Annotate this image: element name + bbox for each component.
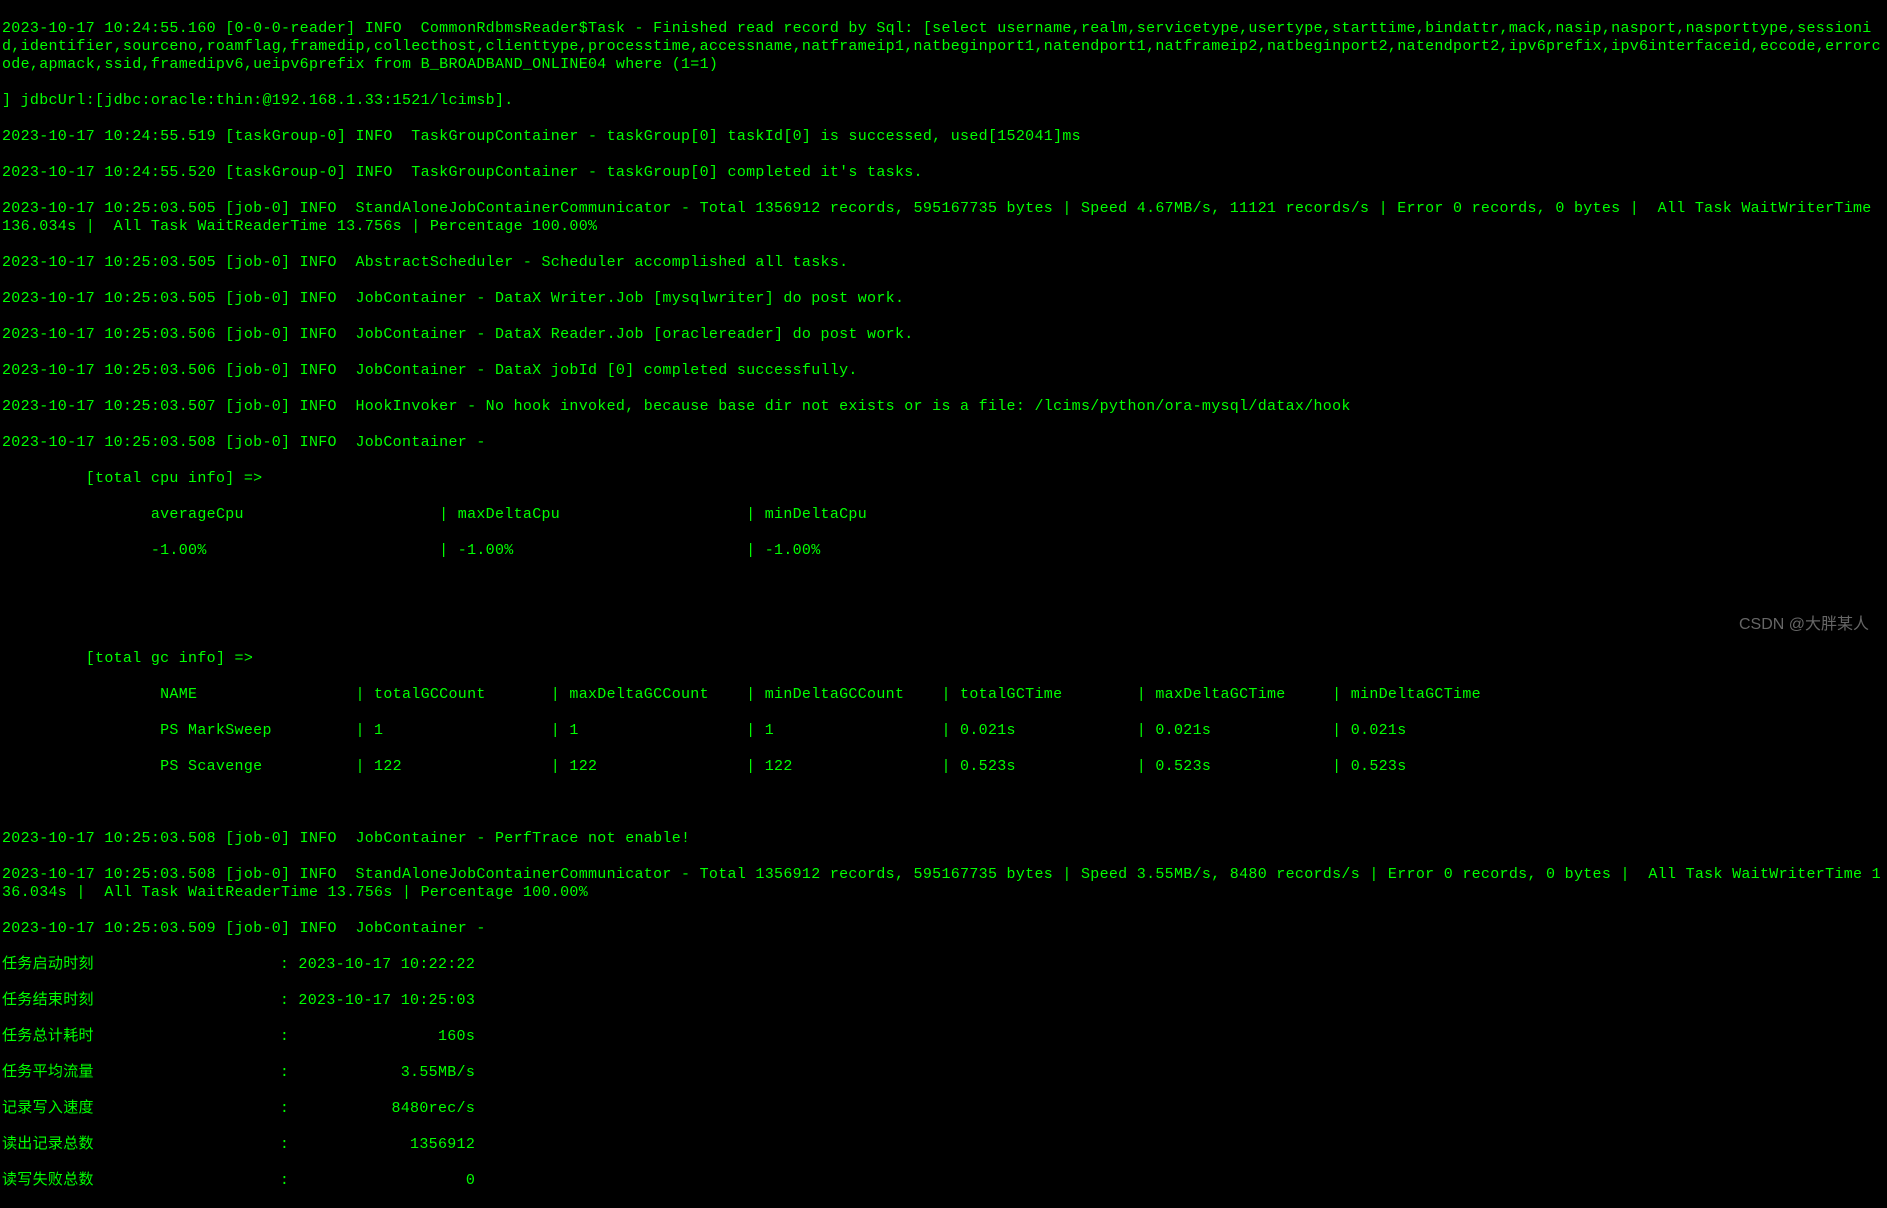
log-line: 2023-10-17 10:25:03.508 [job-0] INFO Job… [2,434,1881,452]
summary-write-speed: 记录写入速度 : 8480rec/s [2,1100,1881,1118]
blank-line [2,578,1881,596]
summary-avg-flow: 任务平均流量 : 3.55MB/s [2,1064,1881,1082]
summary-total-time: 任务总计耗时 : 160s [2,1028,1881,1046]
log-line: 2023-10-17 10:25:03.508 [job-0] INFO Job… [2,830,1881,848]
log-line: 2023-10-17 10:25:03.505 [job-0] INFO Abs… [2,254,1881,272]
log-line: 2023-10-17 10:25:03.506 [job-0] INFO Job… [2,326,1881,344]
log-line: 2023-10-17 10:24:55.520 [taskGroup-0] IN… [2,164,1881,182]
gc-info-row-scavenge: PS Scavenge | 122 | 122 | 122 | 0.523s |… [2,758,1881,776]
summary-fail-count: 读写失败总数 : 0 [2,1172,1881,1190]
log-line: 2023-10-17 10:24:55.519 [taskGroup-0] IN… [2,128,1881,146]
watermark: CSDN @大胖某人 [1739,615,1869,634]
summary-read-count: 读出记录总数 : 1356912 [2,1136,1881,1154]
summary-start-time: 任务启动时刻 : 2023-10-17 10:22:22 [2,956,1881,974]
terminal-output: 2023-10-17 10:24:55.160 [0-0-0-reader] I… [2,2,1881,1208]
cpu-info-columns: averageCpu | maxDeltaCpu | minDeltaCpu [2,506,1881,524]
log-line: 2023-10-17 10:25:03.507 [job-0] INFO Hoo… [2,398,1881,416]
log-line: 2023-10-17 10:25:03.505 [job-0] INFO Job… [2,290,1881,308]
gc-info-row-marksweep: PS MarkSweep | 1 | 1 | 1 | 0.021s | 0.02… [2,722,1881,740]
log-line: ] jdbcUrl:[jdbc:oracle:thin:@192.168.1.3… [2,92,1881,110]
cpu-info-header: [total cpu info] => [2,470,1881,488]
log-line: 2023-10-17 10:25:03.505 [job-0] INFO Sta… [2,200,1881,236]
gc-info-header: [total gc info] => [2,650,1881,668]
log-line: 2023-10-17 10:25:03.509 [job-0] INFO Job… [2,920,1881,938]
blank-line [2,614,1881,632]
summary-end-time: 任务结束时刻 : 2023-10-17 10:25:03 [2,992,1881,1010]
log-line: 2023-10-17 10:25:03.506 [job-0] INFO Job… [2,362,1881,380]
blank-line [2,794,1881,812]
cpu-info-values: -1.00% | -1.00% | -1.00% [2,542,1881,560]
log-line: 2023-10-17 10:25:03.508 [job-0] INFO Sta… [2,866,1881,902]
gc-info-columns: NAME | totalGCCount | maxDeltaGCCount | … [2,686,1881,704]
log-line: 2023-10-17 10:24:55.160 [0-0-0-reader] I… [2,20,1881,74]
